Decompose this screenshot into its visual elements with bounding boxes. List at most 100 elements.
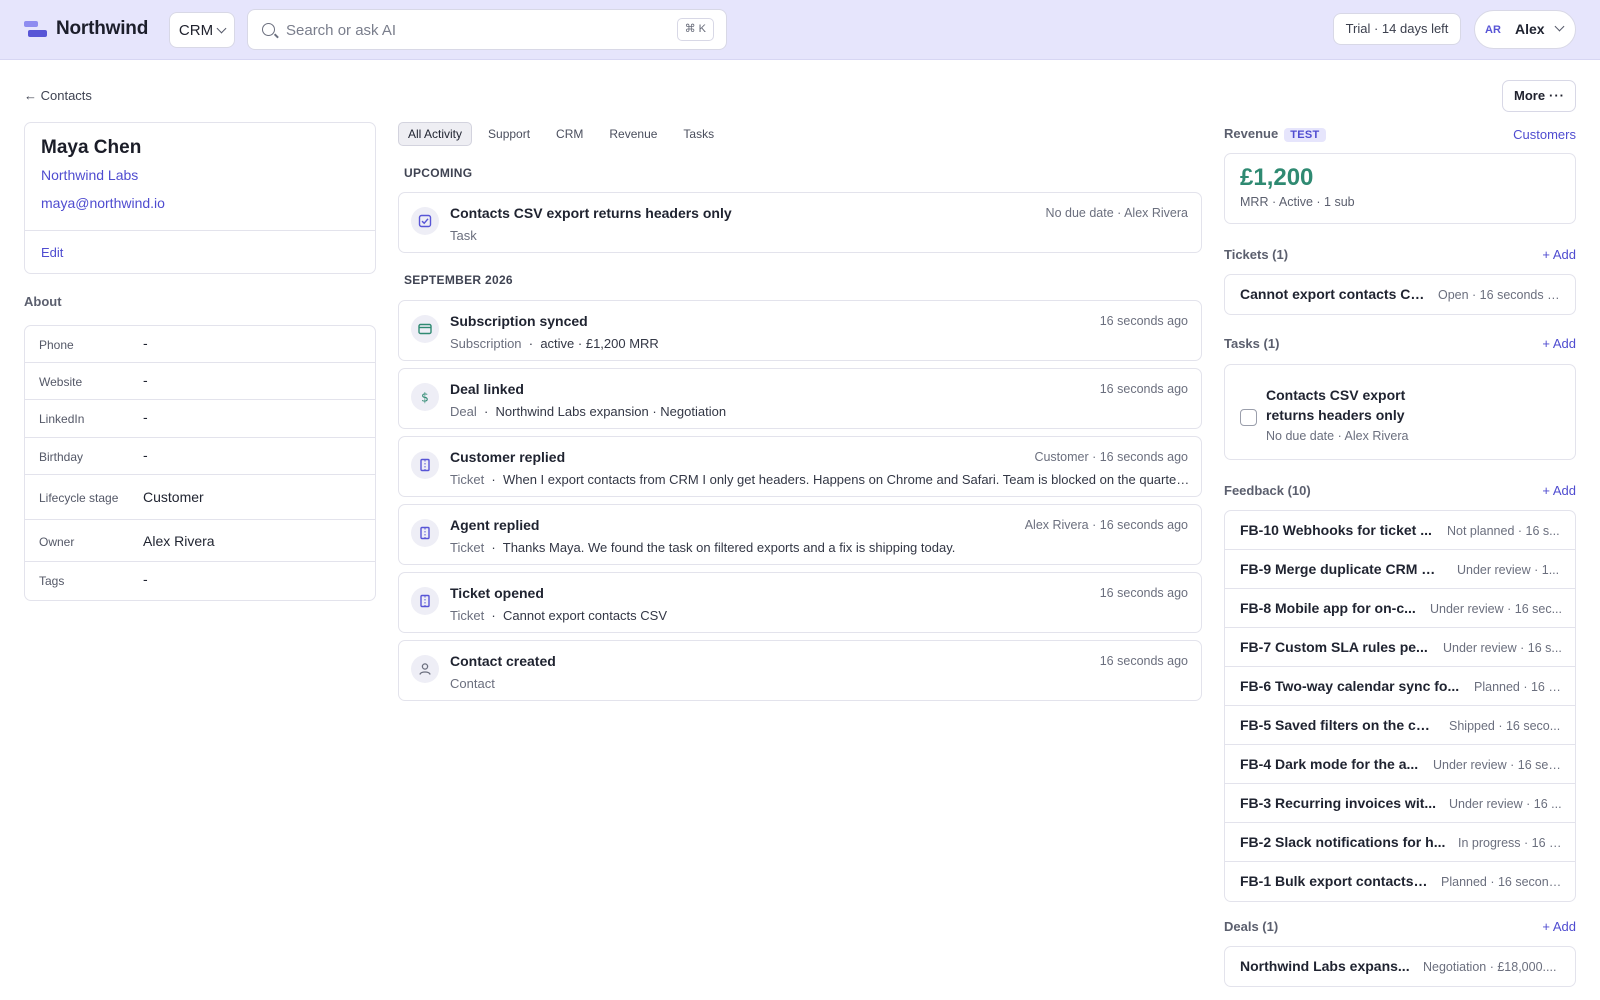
- ticket-row[interactable]: Cannot export contacts CSV Open · 16 sec…: [1225, 275, 1575, 314]
- feedback-meta: Under review · 16 s...: [1443, 641, 1562, 655]
- tickets-heading: Tickets (1): [1224, 247, 1289, 262]
- activity-item[interactable]: Customer replied Ticket · When I export …: [398, 436, 1202, 497]
- field-label: Owner: [39, 535, 75, 549]
- search-input[interactable]: [286, 18, 616, 42]
- activity-type: Ticket: [450, 472, 485, 487]
- activity-title: Subscription synced: [450, 313, 588, 329]
- field-label: Lifecycle stage: [39, 491, 119, 505]
- tasks-heading: Tasks (1): [1224, 336, 1280, 351]
- ticket-title: Cannot export contacts CSV: [1240, 286, 1426, 302]
- task-checkbox[interactable]: [1240, 409, 1257, 426]
- customers-link[interactable]: Customers: [1513, 127, 1576, 142]
- activity-detail: When I export contacts from CRM I only g…: [502, 472, 1190, 487]
- feedback-row[interactable]: FB-5 Saved filters on the co... Shipped ·…: [1225, 706, 1575, 745]
- field-value[interactable]: Alex Rivera: [143, 533, 215, 549]
- feedback-title: FB-10 Webhooks for ticket ...: [1240, 522, 1432, 538]
- contact-email-link[interactable]: maya@northwind.io: [41, 195, 165, 211]
- feedback-meta: Under review · 1...: [1457, 563, 1560, 577]
- field-value[interactable]: -: [143, 335, 148, 351]
- activity-meta: 16 seconds ago: [1099, 314, 1188, 328]
- contact-name: Maya Chen: [41, 137, 142, 158]
- search-icon: [262, 23, 275, 36]
- field-value[interactable]: -: [143, 447, 148, 463]
- revenue-card[interactable]: £1,200 MRR · Active · 1 sub: [1224, 153, 1576, 224]
- deal-row[interactable]: Northwind Labs expans... Negotiation · £…: [1225, 947, 1575, 986]
- about-row-tags[interactable]: Tags -: [25, 562, 375, 600]
- activity-item[interactable]: Agent replied Ticket · Thanks Maya. We f…: [398, 504, 1202, 565]
- deals-heading: Deals (1): [1224, 919, 1279, 934]
- contact-company-link[interactable]: Northwind Labs: [41, 167, 138, 183]
- about-row-phone[interactable]: Phone -: [25, 326, 375, 363]
- about-row-lifecycle[interactable]: Lifecycle stage Customer: [25, 475, 375, 520]
- field-value[interactable]: -: [143, 571, 148, 587]
- tab-crm[interactable]: CRM: [546, 122, 593, 146]
- task-title[interactable]: Contacts CSV export returns headers only: [1266, 385, 1436, 425]
- shortcut-hint: ⌘ K: [676, 18, 714, 41]
- feedback-row[interactable]: FB-3 Recurring invoices wit... Under revi…: [1225, 784, 1575, 823]
- about-row-owner[interactable]: Owner Alex Rivera: [25, 520, 375, 562]
- feedback-row[interactable]: FB-6 Two-way calendar sync fo... Planned …: [1225, 667, 1575, 706]
- field-value[interactable]: -: [143, 372, 148, 388]
- mrr-summary: MRR · Active · 1 sub: [1240, 195, 1355, 209]
- feedback-row[interactable]: FB-4 Dark mode for the a... Under review …: [1225, 745, 1575, 784]
- edit-contact-button[interactable]: Edit: [41, 245, 63, 260]
- user-name: Alex: [1515, 21, 1545, 37]
- user-menu[interactable]: AR Alex: [1474, 10, 1576, 49]
- activity-item[interactable]: Subscription synced Subscription · activ…: [398, 300, 1202, 361]
- activity-title: Customer replied: [450, 449, 566, 465]
- tickets-list: Cannot export contacts CSV Open · 16 sec…: [1224, 274, 1576, 315]
- add-deal-button[interactable]: + Add: [1542, 919, 1576, 934]
- feedback-row[interactable]: FB-1 Bulk export contacts ... Planned · 1…: [1225, 862, 1575, 901]
- brand-name: Northwind: [56, 18, 149, 39]
- tab-all-activity[interactable]: All Activity: [398, 122, 473, 146]
- tab-revenue[interactable]: Revenue: [599, 122, 667, 146]
- more-button[interactable]: More ···: [1502, 80, 1576, 112]
- feedback-list: FB-10 Webhooks for ticket ... Not planned…: [1224, 510, 1576, 902]
- feedback-row[interactable]: FB-2 Slack notifications for h... In prog…: [1225, 823, 1575, 862]
- field-value[interactable]: Customer: [143, 489, 204, 505]
- add-task-button[interactable]: + Add: [1542, 336, 1576, 351]
- field-label: Birthday: [39, 450, 84, 464]
- tasks-list: Contacts CSV export returns headers only…: [1224, 364, 1576, 460]
- feedback-meta: Under review · 16 sec...: [1433, 758, 1564, 772]
- field-value[interactable]: -: [143, 409, 148, 425]
- activity-item[interactable]: $ Deal linked Deal · Northwind Labs expa…: [398, 368, 1202, 429]
- module-switcher[interactable]: CRM: [169, 12, 235, 48]
- about-row-linkedin[interactable]: LinkedIn -: [25, 400, 375, 438]
- field-label: LinkedIn: [39, 412, 85, 426]
- activity-meta: 16 seconds ago: [1099, 382, 1188, 396]
- feedback-row[interactable]: FB-10 Webhooks for ticket ... Not planned…: [1225, 511, 1575, 550]
- feedback-meta: Under review · 16 ...: [1449, 797, 1562, 811]
- activity-meta: No due date · Alex Rivera: [1045, 206, 1188, 220]
- global-search[interactable]: ⌘ K: [247, 9, 727, 50]
- feedback-meta: In progress · 16 s...: [1458, 836, 1564, 850]
- activity-subtitle: Subscription · active · £1,200 MRR: [450, 336, 659, 351]
- brand-logo[interactable]: Northwind: [24, 18, 148, 40]
- activity-item[interactable]: Contact created Contact 16 seconds ago: [398, 640, 1202, 701]
- activity-title: Contacts CSV export returns headers only: [450, 205, 732, 221]
- feedback-row[interactable]: FB-7 Custom SLA rules pe... Under review …: [1225, 628, 1575, 667]
- activity-subtitle: Ticket · Thanks Maya. We found the task …: [450, 540, 956, 555]
- feedback-meta: Planned · 16 s...: [1474, 680, 1564, 694]
- trial-badge[interactable]: Trial · 14 days left: [1333, 13, 1461, 45]
- add-ticket-button[interactable]: + Add: [1542, 247, 1576, 262]
- about-row-birthday[interactable]: Birthday -: [25, 438, 375, 475]
- feedback-row[interactable]: FB-9 Merge duplicate CRM c... Under revie…: [1225, 550, 1575, 589]
- ticket-icon: [411, 587, 439, 615]
- feedback-row[interactable]: FB-8 Mobile app for on-c... Under review …: [1225, 589, 1575, 628]
- top-bar: Northwind CRM ⌘ K Trial · 14 days left A…: [0, 0, 1600, 60]
- activity-subtitle: Ticket · Cannot export contacts CSV: [450, 608, 668, 623]
- feedback-title: FB-8 Mobile app for on-c...: [1240, 600, 1416, 616]
- activity-item[interactable]: Ticket opened Ticket · Cannot export con…: [398, 572, 1202, 633]
- back-to-contacts-link[interactable]: ← Contacts: [24, 88, 92, 103]
- add-feedback-button[interactable]: + Add: [1542, 483, 1576, 498]
- activity-item[interactable]: Contacts CSV export returns headers only…: [398, 192, 1202, 253]
- tab-tasks[interactable]: Tasks: [673, 122, 724, 146]
- contact-card: Maya Chen Northwind Labs maya@northwind.…: [24, 122, 376, 274]
- feedback-title: FB-3 Recurring invoices wit...: [1240, 795, 1437, 811]
- tab-support[interactable]: Support: [478, 122, 540, 146]
- about-row-website[interactable]: Website -: [25, 363, 375, 400]
- chevron-down-icon: [216, 23, 227, 33]
- revenue-heading-label: Revenue: [1224, 126, 1279, 141]
- avatar: AR: [1485, 24, 1501, 36]
